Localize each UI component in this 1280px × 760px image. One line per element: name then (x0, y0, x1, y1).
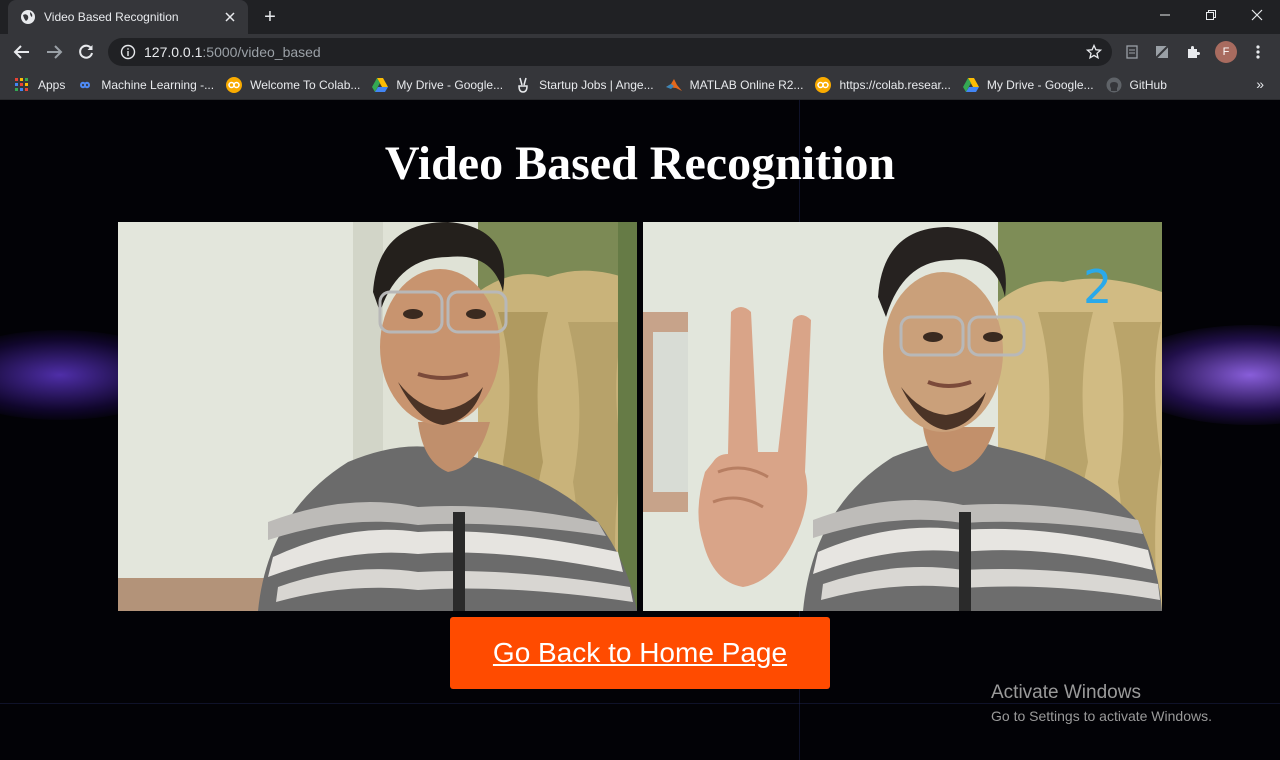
puzzle-icon[interactable] (1183, 42, 1203, 62)
watermark-title: Activate Windows (991, 682, 1141, 703)
bookmark-label: Welcome To Colab... (250, 77, 361, 92)
bookmark-label: Machine Learning -... (101, 77, 215, 92)
bookmark-label: https://colab.resear... (839, 77, 951, 92)
matlab-icon (665, 77, 682, 93)
url-text[interactable]: 127.0.0.1:5000/video_based (144, 44, 321, 60)
close-window-button[interactable] (1234, 0, 1280, 30)
minimize-button[interactable] (1142, 0, 1188, 30)
victory-hand-icon (515, 77, 531, 93)
google-drive-icon (372, 77, 389, 93)
page-title: Video Based Recognition (384, 137, 896, 190)
kebab-menu-icon[interactable] (1248, 42, 1268, 62)
star-icon[interactable] (1086, 44, 1102, 60)
bookmark-label: My Drive - Google... (986, 77, 1094, 92)
address-bar[interactable]: 127.0.0.1:5000/video_based (108, 38, 1112, 66)
windows-activation-watermark: Activate Windows Go to Settings to activ… (991, 682, 1212, 724)
tab-strip: Video Based Recognition + (0, 0, 1280, 34)
camera-feed-raw (118, 222, 637, 611)
infinity-icon (77, 77, 93, 93)
go-back-home-button[interactable]: Go Back to Home Page (450, 617, 830, 689)
bookmark-matlab[interactable]: MATLAB Online R2... (662, 73, 812, 97)
apps-grid-icon (14, 77, 30, 93)
github-icon (1106, 77, 1122, 93)
reading-list-icon[interactable] (1122, 42, 1142, 62)
bookmark-apps[interactable]: Apps (10, 73, 73, 97)
google-drive-icon (962, 77, 979, 93)
gesture-count-label: 2 (1083, 260, 1113, 314)
close-icon (1251, 9, 1263, 21)
restore-button[interactable] (1188, 0, 1234, 30)
restore-icon (1206, 10, 1216, 20)
camera-frame-image (118, 222, 637, 611)
extension-square-icon[interactable] (1152, 42, 1172, 62)
reload-button[interactable] (72, 38, 100, 66)
bookmarks-overflow-button[interactable]: » (1256, 76, 1264, 92)
arrow-right-icon (47, 45, 63, 59)
back-button[interactable] (8, 38, 36, 66)
bookmark-colab-research[interactable]: https://colab.resear... (811, 73, 958, 97)
browser-tab[interactable]: Video Based Recognition (8, 0, 248, 34)
bookmark-machine-learning[interactable]: Machine Learning -... (73, 73, 222, 97)
bookmark-startup-jobs[interactable]: Startup Jobs | Ange... (511, 73, 662, 97)
colab-icon (226, 76, 243, 93)
bookmark-label: GitHub (1129, 77, 1167, 92)
arrow-left-icon (13, 45, 29, 59)
profile-avatar[interactable]: F (1215, 41, 1237, 63)
new-tab-button[interactable]: + (256, 4, 284, 30)
url-path: :5000/video_based (202, 44, 321, 60)
tab-close-icon[interactable] (220, 7, 240, 27)
watermark-subtitle: Go to Settings to activate Windows. (991, 708, 1212, 724)
reload-icon (79, 44, 93, 59)
bookmark-colab-welcome[interactable]: Welcome To Colab... (222, 73, 368, 97)
bookmark-github[interactable]: GitHub (1102, 73, 1175, 97)
bookmark-label: Apps (38, 77, 66, 92)
bookmark-label: MATLAB Online R2... (689, 77, 804, 92)
bookmark-label: Startup Jobs | Ange... (539, 77, 654, 92)
globe-icon (20, 9, 36, 25)
bookmark-label: My Drive - Google... (396, 77, 504, 92)
bookmark-google-drive[interactable]: My Drive - Google... (368, 73, 511, 97)
page-content: Video Based Recognition 2 Go Back to Hom… (0, 100, 1280, 760)
camera-feed-recognized: 2 (643, 222, 1162, 611)
bookmarks-bar: Apps Machine Learning -... Welcome To Co… (0, 70, 1280, 100)
tab-title: Video Based Recognition (44, 10, 179, 24)
url-host: 127.0.0.1 (144, 44, 203, 60)
bookmark-google-drive-2[interactable]: My Drive - Google... (959, 73, 1102, 97)
colab-icon (815, 76, 832, 93)
forward-button[interactable] (40, 38, 68, 66)
browser-toolbar: 127.0.0.1:5000/video_based F (0, 34, 1280, 70)
info-icon[interactable] (120, 44, 136, 60)
minimize-icon (1160, 14, 1170, 16)
